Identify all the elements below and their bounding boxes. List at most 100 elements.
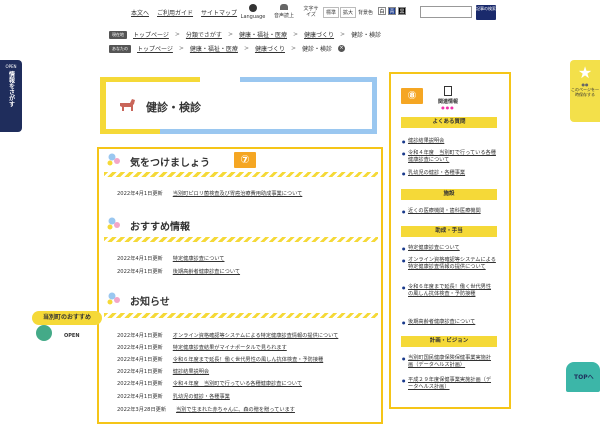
section-divider: [104, 172, 378, 177]
section-divider: [104, 237, 378, 242]
header-links: 本文へ ご利用ガイド サイトマップ: [131, 8, 237, 17]
flower-icon: [107, 153, 120, 166]
breadcrumb-history: あなたの トップページ > 健康・福祉・医療 > 健康づくり > 健診・検診 ×: [109, 44, 346, 53]
news-item: 2022年4月1日更新 乳幼児の健診・各種事業: [117, 393, 230, 400]
sidebar-link[interactable]: 後期高齢者健康診査について: [402, 319, 496, 326]
sitemap-link[interactable]: サイトマップ: [201, 8, 237, 17]
sidebar-link[interactable]: オンライン資格確認等システムによる特定健康診査情報の提供について: [402, 257, 496, 271]
news-date: 2022年4月1日更新: [117, 256, 163, 262]
news-link[interactable]: 健診結果説明会: [173, 368, 209, 375]
title-frame-part: [100, 77, 106, 134]
section-notice-header: お知らせ: [104, 291, 170, 309]
news-item: 2022年4月1日更新 令和６年度まで延長！働く世代男性の風しん抗体検査・予防接…: [117, 356, 323, 363]
news-item: 2022年4月1日更新 健診結果説明会: [117, 368, 209, 375]
annotation-badge-7: ⑦: [234, 152, 256, 168]
title-frame-part: [100, 77, 200, 82]
breadcrumb-tag: あなたの: [109, 44, 131, 53]
news-date: 2022年4月1日更新: [117, 381, 163, 387]
sidebar-link[interactable]: 令和４年度 当別町で行っている各種健康診査について: [402, 150, 496, 164]
sidebar-link-text: 近くの医療機関・歯科医療機関: [408, 208, 481, 214]
breadcrumb-separator: >: [243, 45, 249, 52]
sidebar-link[interactable]: 乳幼児の健診・各種事業: [402, 170, 496, 177]
sidebar-link[interactable]: 平成２９年度保健事業実施計画（データヘルス計画）: [402, 377, 496, 391]
bg-black-button[interactable]: 黒: [398, 7, 406, 15]
title-frame-part: [240, 77, 377, 82]
sidebar-group-title: 助成・手当: [401, 226, 497, 237]
save-page-tab[interactable]: ★ ●● このページを一時保存する: [570, 60, 600, 122]
news-date: 2022年4月1日更新: [117, 333, 163, 339]
back-to-top-button[interactable]: TOPへ: [566, 362, 600, 402]
language-button[interactable]: Language: [240, 4, 266, 20]
news-item: 2022年4月1日更新 後期高齢者健康診査について: [117, 268, 240, 275]
back-to-top-label: TOPへ: [574, 374, 594, 381]
language-label: Language: [240, 14, 266, 20]
section-recommend-header: おすすめ情報: [104, 216, 190, 234]
find-info-label: 情報をさがす: [7, 71, 15, 107]
breadcrumb-current-item: 健診・検診: [351, 32, 382, 39]
news-date: 2022年4月1日更新: [117, 369, 163, 375]
news-item: 2022年4月1日更新 オンライン資格確認等システムによる特定健康診査情報の提供…: [117, 332, 338, 339]
page-title: 健診・検診: [146, 101, 201, 114]
breadcrumb-item[interactable]: トップページ: [137, 44, 173, 53]
sidebar-group-title: 施設: [401, 189, 497, 200]
usage-guide-link[interactable]: ご利用ガイド: [157, 8, 193, 17]
breadcrumb-item[interactable]: トップページ: [133, 30, 169, 39]
sidebar-link-text: 健診結果説明会: [408, 138, 445, 144]
section-caution-header: 気をつけましょう: [104, 152, 210, 170]
sidebar-link-text: 平成２９年度保健事業実施計画（データヘルス計画）: [408, 377, 492, 390]
sidebar-link[interactable]: 健診結果説明会: [402, 138, 496, 145]
sidebar-group-title: よくある質問: [401, 117, 497, 128]
sidebar-link[interactable]: 令和６年度まで延長！働く世代男性の風しん抗体検査・予防接種: [402, 284, 496, 298]
news-date: 2022年4月1日更新: [117, 394, 163, 400]
voice-read-button[interactable]: 音声読上: [272, 4, 296, 19]
breadcrumb-tag: 現在地: [109, 30, 127, 39]
breadcrumb-item[interactable]: 健康・福祉・医療: [190, 44, 238, 53]
flower-icon: [107, 292, 120, 305]
voice-label: 音声読上: [273, 13, 294, 19]
breadcrumb-item[interactable]: 分類でさがす: [186, 30, 222, 39]
sidebar-link-text: 後期高齢者健康診査について: [408, 319, 476, 325]
news-link[interactable]: 後期高齢者健康診査について: [173, 268, 240, 275]
find-info-tab[interactable]: OPEN 情報をさがす: [0, 60, 22, 132]
page-title-box: 健診・検診: [100, 77, 377, 134]
breadcrumb-separator: >: [290, 45, 297, 52]
open-label: OPEN: [5, 64, 17, 69]
news-link[interactable]: オンライン資格確認等システムによる特定健康診査情報の提供について: [173, 332, 339, 339]
sidebar-link-text: 乳幼児の健診・各種事業: [408, 170, 466, 176]
bg-white-button[interactable]: 白: [378, 7, 386, 15]
breadcrumb-current: 現在地 トップページ > 分類でさがす > 健康・福祉・医療 > 健康づくり >…: [109, 30, 381, 39]
mascot-icon: [36, 325, 52, 341]
sidebar-link[interactable]: 近くの医療機関・歯科医療機関: [402, 208, 496, 215]
news-link[interactable]: 特定健康診査について: [173, 255, 225, 262]
bg-blue-button[interactable]: 青: [388, 7, 396, 15]
breadcrumb-item[interactable]: 健康づくり: [255, 44, 285, 53]
breadcrumb-separator: >: [227, 31, 233, 38]
news-link[interactable]: 乳幼児の健診・各種事業: [173, 393, 230, 400]
save-page-label: このページを一時保存する: [571, 87, 599, 97]
breadcrumb-item[interactable]: 健康・福祉・医療: [239, 30, 287, 39]
open-label: OPEN: [64, 333, 80, 339]
news-date: 2022年4月1日更新: [117, 191, 163, 197]
news-link[interactable]: 当別町ピロリ菌検査及び胃癌治療費用助成事業について: [173, 190, 303, 197]
breadcrumb-item[interactable]: 健康づくり: [304, 30, 334, 39]
sidebar-link-text: 当別町国民健康保険保健事業実施計画（データヘルス計画）: [408, 355, 492, 368]
search-button[interactable]: 記事の検索: [476, 5, 496, 20]
news-link[interactable]: 当別で生まれた赤ちゃんに、森の贈を贈っています: [176, 406, 295, 413]
related-info-heading: 関連情報 ●●●: [430, 86, 466, 110]
skip-to-content-link[interactable]: 本文へ: [131, 8, 149, 17]
dots-icon: ●●●: [441, 105, 455, 110]
news-link[interactable]: 令和４年度 当別町で行っている各種健康診査について: [173, 380, 302, 387]
sidebar-group-title: 計画・ビジョン: [401, 336, 497, 347]
news-link[interactable]: 令和６年度まで延長！働く世代男性の風しん抗体検査・予防接種: [173, 356, 323, 363]
close-icon[interactable]: ×: [338, 45, 346, 52]
section-divider: [104, 313, 378, 318]
town-recommend-widget[interactable]: 当別町のおすすめ OPEN: [32, 311, 102, 343]
breadcrumb-separator: >: [178, 45, 184, 52]
title-frame-part: [160, 129, 377, 134]
font-large-button[interactable]: 拡大: [340, 7, 357, 18]
sidebar-link[interactable]: 特定健康診査について: [402, 245, 496, 252]
font-standard-button[interactable]: 標準: [323, 7, 340, 18]
news-link[interactable]: 特定健康診査結果がマイナポータルで見られます: [173, 344, 287, 351]
search-input[interactable]: [420, 6, 472, 18]
sidebar-link[interactable]: 当別町国民健康保険保健事業実施計画（データヘルス計画）: [402, 355, 496, 369]
